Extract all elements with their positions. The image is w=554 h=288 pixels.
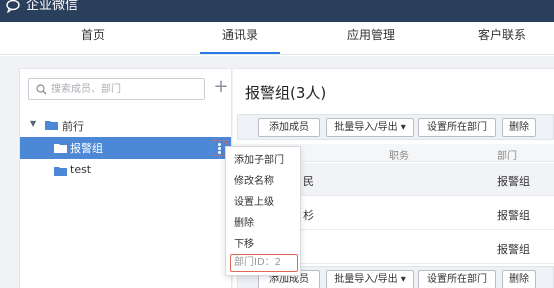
top-bar: 企业微信 <box>0 0 554 22</box>
page-title: 报警组(3人) <box>245 84 327 102</box>
folder-icon <box>54 144 67 153</box>
folder-icon <box>54 167 67 176</box>
member-department: 报警组 <box>497 209 530 222</box>
search-box[interactable] <box>28 78 205 100</box>
folder-icon <box>45 121 58 130</box>
caret-down-icon: ▾ <box>400 274 406 285</box>
menu-item-add-subdepartment[interactable]: 添加子部门 <box>234 154 284 168</box>
batch-import-export-label: 批量导入/导出 <box>334 274 398 285</box>
tree-item-test[interactable]: test <box>20 160 231 182</box>
menu-item-delete[interactable]: 删除 <box>234 217 254 231</box>
column-header-position: 职务 <box>389 151 409 162</box>
tab-app-management[interactable]: 应用管理 <box>326 22 416 55</box>
set-department-button[interactable]: 设置所在部门 <box>418 118 496 137</box>
department-id-label: 部门ID：2 <box>230 254 298 272</box>
menu-item-rename[interactable]: 修改名称 <box>234 175 274 189</box>
batch-import-export-button[interactable]: 批量导入/导出 ▾ <box>326 118 414 137</box>
toolbar-top: 添加成员 批量导入/导出 ▾ 设置所在部门 删除 <box>237 114 554 140</box>
plus-icon[interactable]: + <box>213 77 229 97</box>
delete-button[interactable]: 删除 <box>502 118 536 137</box>
tree-item-root[interactable]: ▼ 前行 <box>20 115 231 137</box>
member-department: 报警组 <box>497 243 530 256</box>
tree-item-label: 报警组 <box>70 142 103 155</box>
department-context-menu: 添加子部门 修改名称 设置上级 删除 下移 部门ID：2 <box>225 146 301 276</box>
column-header-department: 部门 <box>497 151 517 162</box>
brand-name: 企业微信 <box>26 0 79 13</box>
search-input[interactable] <box>51 80 201 98</box>
tree-item-alarm-group[interactable]: 报警组 <box>20 137 231 159</box>
search-icon <box>36 84 47 95</box>
set-department-button[interactable]: 设置所在部门 <box>418 270 496 288</box>
active-tab-indicator <box>200 52 280 54</box>
tab-contacts[interactable]: 通讯录 <box>195 22 285 55</box>
batch-import-export-button[interactable]: 批量导入/导出 ▾ <box>326 270 414 288</box>
member-department: 报警组 <box>497 175 530 188</box>
tab-home[interactable]: 首页 <box>48 22 138 55</box>
member-name: 民 <box>303 175 314 188</box>
tree-item-label: 前行 <box>62 120 84 133</box>
tab-customer-contact[interactable]: 客户联系 <box>478 22 554 55</box>
menu-item-set-parent[interactable]: 设置上级 <box>234 196 274 210</box>
department-panel: + ▼ 前行 报警组 test <box>19 68 232 288</box>
tree-item-label: test <box>70 163 92 176</box>
delete-button[interactable]: 删除 <box>502 270 536 288</box>
batch-import-export-label: 批量导入/导出 <box>334 122 398 133</box>
menu-item-move-down[interactable]: 下移 <box>234 238 254 252</box>
wecom-logo-icon <box>6 0 20 13</box>
add-member-button[interactable]: 添加成员 <box>258 118 320 137</box>
main-nav: 首页 通讯录 应用管理 客户联系 <box>0 22 554 55</box>
caret-down-icon: ▾ <box>400 122 406 133</box>
member-name: 杉 <box>303 209 314 222</box>
caret-down-icon[interactable]: ▼ <box>30 119 36 128</box>
